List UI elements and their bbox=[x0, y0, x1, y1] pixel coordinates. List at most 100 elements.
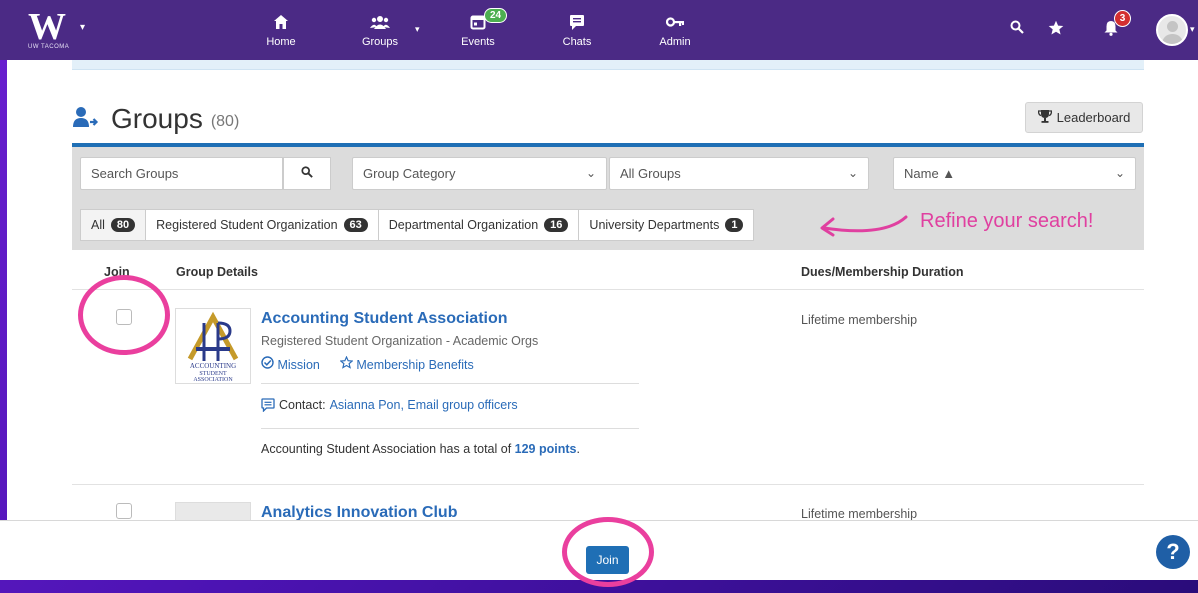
tab-departmental-organization[interactable]: Departmental Organization 16 bbox=[378, 209, 580, 241]
message-icon bbox=[261, 398, 275, 415]
nav-groups-label: Groups bbox=[361, 36, 399, 48]
page-heading: Groups (80) bbox=[73, 104, 239, 134]
dues-value: Lifetime membership bbox=[801, 313, 918, 327]
nav-home[interactable]: Home bbox=[246, 14, 316, 48]
highlight-circle bbox=[562, 517, 654, 587]
leaderboard-label: Leaderboard bbox=[1056, 110, 1131, 125]
trophy-icon bbox=[1037, 109, 1052, 126]
group-category-select[interactable]: Group Category ⌄ bbox=[352, 157, 607, 190]
tab-count-badge: 80 bbox=[110, 218, 136, 232]
membership-benefits-label: Membership Benefits bbox=[356, 358, 474, 372]
mission-label: Mission bbox=[277, 358, 320, 372]
key-icon bbox=[640, 14, 710, 34]
contact-link[interactable]: Asianna Pon, Email group officers bbox=[330, 398, 518, 415]
main-panel: Groups (80) Leaderboard Search Groups Gr… bbox=[7, 60, 1198, 520]
info-strip bbox=[72, 60, 1144, 70]
tab-label: Departmental Organization bbox=[388, 218, 539, 232]
chat-icon bbox=[542, 14, 612, 34]
membership-benefits-link[interactable]: Membership Benefits bbox=[339, 355, 474, 372]
groups-icon bbox=[345, 14, 415, 34]
chevron-down-icon: ⌄ bbox=[847, 166, 858, 180]
tab-label: Registered Student Organization bbox=[156, 218, 338, 232]
column-header-dues: Dues/Membership Duration bbox=[801, 265, 964, 279]
group-scope-select[interactable]: All Groups ⌄ bbox=[609, 157, 869, 190]
search-icon[interactable] bbox=[1010, 20, 1024, 39]
details-divider bbox=[261, 383, 639, 384]
header-divider bbox=[72, 289, 1144, 290]
notifications-count-badge: 3 bbox=[1114, 10, 1131, 27]
avatar-body bbox=[1162, 34, 1183, 44]
tab-count-badge: 16 bbox=[544, 218, 569, 232]
search-icon bbox=[301, 166, 313, 181]
star-icon[interactable] bbox=[1048, 20, 1064, 41]
check-circle-icon bbox=[261, 356, 277, 372]
annotation-arrow-icon bbox=[820, 215, 908, 237]
nav-events-label: Events bbox=[461, 36, 495, 48]
home-icon bbox=[246, 14, 316, 34]
nav-groups[interactable]: Groups bbox=[345, 14, 415, 48]
points-suffix: . bbox=[576, 442, 580, 456]
bell-icon[interactable]: 3 bbox=[1104, 10, 1131, 41]
tab-label: All bbox=[91, 218, 105, 232]
group-name-link[interactable]: Analytics Innovation Club bbox=[261, 504, 457, 520]
avatar[interactable] bbox=[1156, 14, 1188, 46]
tab-count-badge: 63 bbox=[343, 218, 368, 232]
nav-chats[interactable]: Chats bbox=[542, 14, 612, 48]
annotation-refine-search: Refine your search! bbox=[920, 210, 1094, 232]
details-divider bbox=[261, 428, 639, 429]
join-checkbox[interactable] bbox=[116, 503, 132, 519]
leaderboard-button[interactable]: Leaderboard bbox=[1025, 102, 1143, 133]
sort-select[interactable]: Name ▲ ⌄ bbox=[893, 157, 1136, 190]
mission-link[interactable]: Mission bbox=[261, 356, 320, 372]
nav-events[interactable]: 24 Events bbox=[443, 8, 513, 48]
tab-all[interactable]: All 80 bbox=[80, 209, 147, 241]
search-button[interactable] bbox=[283, 157, 331, 190]
tab-registered-student-organization[interactable]: Registered Student Organization 63 bbox=[146, 209, 379, 241]
user-arrow-icon bbox=[73, 106, 99, 134]
filter-bar: Search Groups Group Category ⌄ All Group… bbox=[72, 143, 1144, 250]
points-prefix: Accounting Student Association has a tot… bbox=[261, 442, 512, 456]
contact-line: Contact: Asianna Pon, Email group office… bbox=[261, 398, 518, 415]
tab-label: University Departments bbox=[589, 218, 720, 232]
column-header-group-details: Group Details bbox=[176, 265, 258, 279]
avatar-head bbox=[1167, 21, 1178, 32]
row-divider bbox=[72, 484, 1144, 485]
chevron-down-icon: ⌄ bbox=[585, 166, 596, 180]
dues-value: Lifetime membership bbox=[801, 507, 918, 520]
nav-home-label: Home bbox=[266, 36, 296, 48]
chevron-down-icon[interactable]: ▾ bbox=[415, 24, 420, 35]
logo-text: ACCOUNTING bbox=[190, 362, 236, 370]
logo-mark: W bbox=[28, 6, 66, 48]
nav-admin[interactable]: Admin bbox=[640, 14, 710, 48]
help-icon[interactable]: ? bbox=[1156, 535, 1190, 569]
group-logo: ACCOUNTING STUDENT ASSOCIATION bbox=[175, 308, 251, 384]
points-value[interactable]: 129 points bbox=[515, 442, 577, 456]
contact-label: Contact: bbox=[279, 398, 326, 412]
groups-count: (80) bbox=[210, 113, 240, 130]
group-scope-value: All Groups bbox=[620, 166, 681, 181]
group-type: Registered Student Organization - Academ… bbox=[261, 334, 539, 348]
chevron-down-icon: ⌄ bbox=[1114, 166, 1125, 180]
chevron-down-icon[interactable]: ▾ bbox=[1190, 24, 1195, 35]
points-line: Accounting Student Association has a tot… bbox=[261, 442, 580, 456]
category-tabs: All 80 Registered Student Organization 6… bbox=[80, 209, 755, 241]
group-links: Mission Membership Benefits bbox=[261, 355, 474, 372]
chevron-down-icon[interactable]: ▾ bbox=[80, 22, 85, 33]
uw-tacoma-logo[interactable]: W UW TACOMA ▾ bbox=[28, 8, 88, 52]
logo-text: ASSOCIATION bbox=[193, 377, 233, 383]
sort-value: Name ▲ bbox=[904, 166, 956, 181]
nav-chats-label: Chats bbox=[562, 36, 592, 48]
nav-admin-label: Admin bbox=[659, 36, 691, 48]
events-count-badge: 24 bbox=[484, 8, 508, 23]
tab-count-badge: 1 bbox=[725, 218, 744, 232]
star-outline-icon bbox=[339, 355, 356, 372]
group-name-link[interactable]: Accounting Student Association bbox=[261, 310, 508, 328]
search-input[interactable]: Search Groups bbox=[80, 157, 283, 190]
highlight-circle bbox=[78, 275, 170, 355]
group-logo bbox=[175, 502, 251, 520]
logo-subtitle: UW TACOMA bbox=[28, 44, 70, 50]
page-title: Groups bbox=[111, 103, 203, 134]
tab-university-departments[interactable]: University Departments 1 bbox=[579, 209, 755, 241]
search-placeholder: Search Groups bbox=[91, 166, 179, 181]
top-navigation: W UW TACOMA ▾ Home Groups ▾ 24 Events Ch bbox=[0, 0, 1198, 60]
